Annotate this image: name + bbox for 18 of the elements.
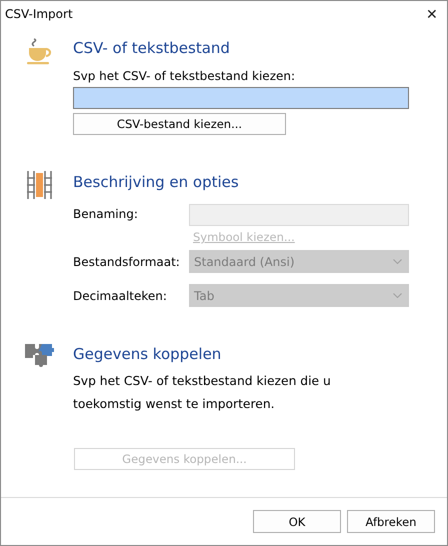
close-button[interactable]: ✕	[417, 1, 447, 27]
section-heading: CSV- of tekstbestand	[73, 38, 231, 59]
chevron-down-icon	[393, 259, 402, 264]
section-heading: Beschrijving en opties	[73, 172, 240, 193]
file-path-field[interactable]	[73, 87, 409, 109]
window-title: CSV-Import	[5, 7, 73, 21]
field-label: Decimaalteken:	[73, 288, 168, 302]
field-label: Svp het CSV- of tekstbestand kiezen:	[73, 68, 296, 85]
choose-file-button[interactable]: CSV-bestand kiezen...	[73, 113, 286, 135]
description-text: Svp het CSV- of tekstbestand kiezen die u toekomstig wenst te importeren.	[73, 373, 332, 413]
puzzle-pieces-icon	[25, 343, 55, 367]
coffee-cup-icon	[26, 37, 54, 67]
ok-button[interactable]: OK	[253, 510, 341, 533]
chevron-down-icon	[393, 293, 402, 298]
section-heading: Gegevens koppelen	[73, 344, 222, 365]
field-label: Benaming:	[73, 207, 139, 221]
field-label: Bestandsformaat:	[73, 254, 181, 268]
cancel-button[interactable]: Afbreken	[347, 510, 435, 533]
